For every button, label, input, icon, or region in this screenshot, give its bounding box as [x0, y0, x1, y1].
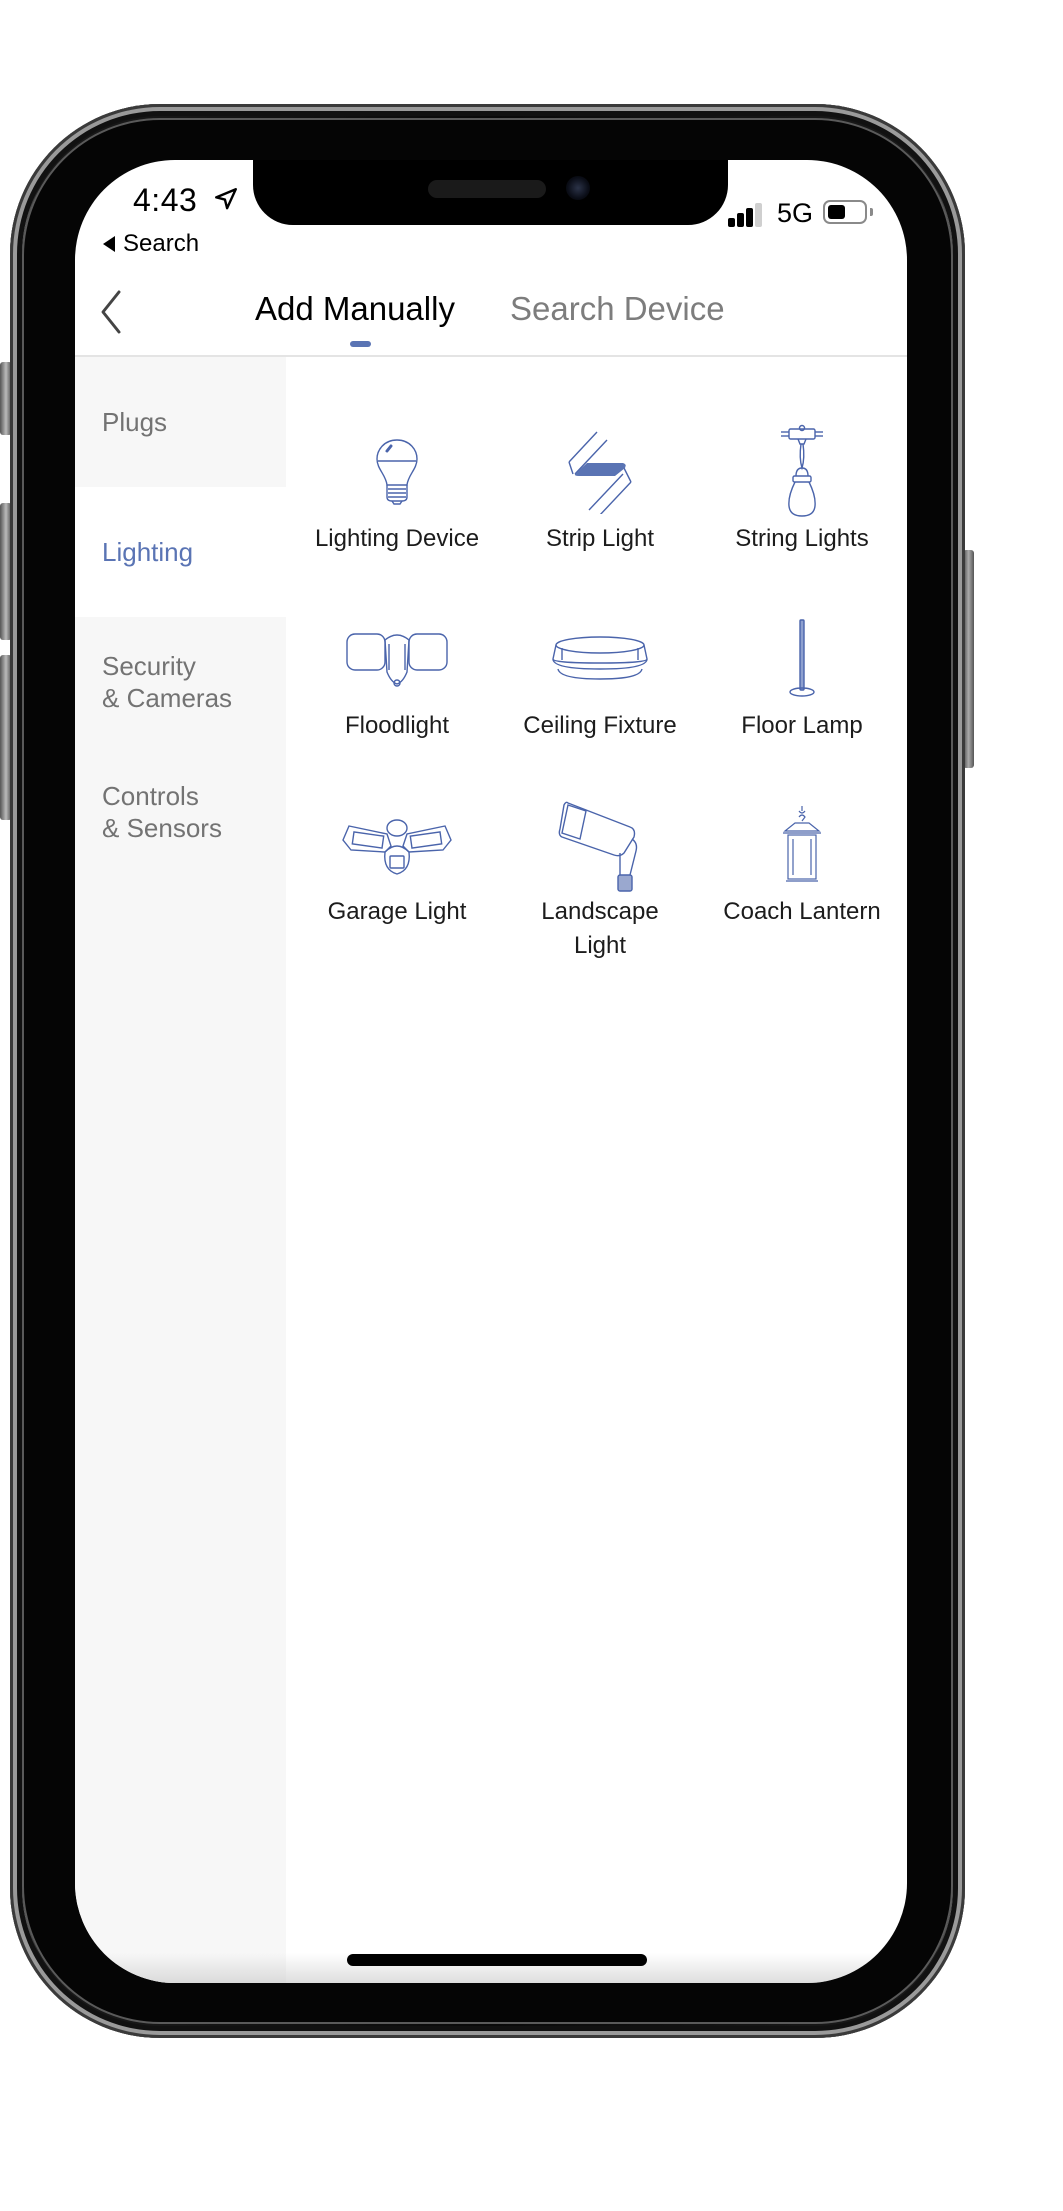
back-triangle-icon — [103, 236, 115, 252]
tab-search-device[interactable]: Search Device — [510, 290, 725, 328]
location-arrow-icon — [215, 188, 237, 210]
landscape-light-icon — [558, 801, 638, 892]
floodlight-icon — [346, 633, 448, 687]
strip-light-icon — [568, 431, 632, 514]
sidebar-item-lighting[interactable]: Lighting — [75, 487, 286, 617]
light-bulb-icon — [376, 439, 418, 505]
sidebar-item-controls-sensors[interactable]: Controls & Sensors — [75, 747, 286, 877]
device-tile-garage-light[interactable]: Garage Light — [297, 795, 497, 929]
notch — [253, 160, 728, 225]
active-tab-indicator — [350, 341, 371, 347]
front-camera — [566, 176, 590, 200]
floor-lamp-icon — [789, 619, 815, 697]
string-lights-icon — [781, 424, 823, 517]
phone-screen: 4:43 Search 5G Add Manually Search Devic… — [75, 160, 907, 1983]
device-label: Landscape Light — [541, 898, 659, 959]
device-label: String Lights — [735, 525, 869, 552]
sidebar-item-label: Security & Cameras — [102, 651, 233, 713]
coach-lantern-icon — [783, 806, 821, 882]
sidebar-item-label: Controls & Sensors — [102, 781, 222, 843]
sidebar-item-security-cameras[interactable]: Security & Cameras — [75, 617, 286, 747]
sidebar-item-label: Plugs — [102, 407, 168, 437]
ceiling-fixture-icon — [552, 636, 648, 680]
tab-add-manually[interactable]: Add Manually — [255, 290, 455, 328]
device-label: Lighting Device — [314, 525, 480, 552]
earpiece-speaker — [428, 180, 546, 198]
device-tile-ceiling-fixture[interactable]: Ceiling Fixture — [500, 609, 700, 743]
battery-icon — [823, 200, 867, 224]
device-tile-landscape-light[interactable]: Landscape Light — [500, 795, 700, 963]
device-label: Strip Light — [545, 525, 655, 552]
battery-level — [828, 205, 845, 219]
home-indicator[interactable] — [347, 1954, 647, 1966]
category-sidebar: Plugs Lighting Security & Cameras Contro… — [75, 357, 286, 1983]
garage-light-icon — [342, 819, 452, 875]
device-label: Floor Lamp — [741, 712, 863, 739]
status-time: 4:43 — [133, 182, 198, 218]
sidebar-item-plugs[interactable]: Plugs — [75, 357, 286, 487]
device-label: Ceiling Fixture — [523, 712, 677, 739]
network-type: 5G — [777, 198, 814, 228]
battery-tip — [870, 208, 873, 216]
device-label: Coach Lantern — [723, 898, 881, 925]
device-tile-strip-light[interactable]: Strip Light — [500, 422, 700, 556]
device-tile-lighting-device[interactable]: Lighting Device — [297, 422, 497, 556]
cellular-signal-icon — [728, 203, 764, 227]
device-tile-floor-lamp[interactable]: Floor Lamp — [702, 609, 902, 743]
device-tile-floodlight[interactable]: Floodlight — [297, 609, 497, 743]
back-chevron-icon[interactable] — [93, 288, 129, 336]
device-label: Garage Light — [327, 898, 467, 925]
sidebar-item-label: Lighting — [102, 537, 194, 567]
device-tile-coach-lantern[interactable]: Coach Lantern — [702, 795, 902, 929]
back-app-label: Search — [123, 230, 200, 257]
device-tile-string-lights[interactable]: String Lights — [702, 422, 902, 556]
back-to-app-link[interactable]: Search — [103, 230, 199, 258]
device-label: Floodlight — [344, 712, 450, 739]
